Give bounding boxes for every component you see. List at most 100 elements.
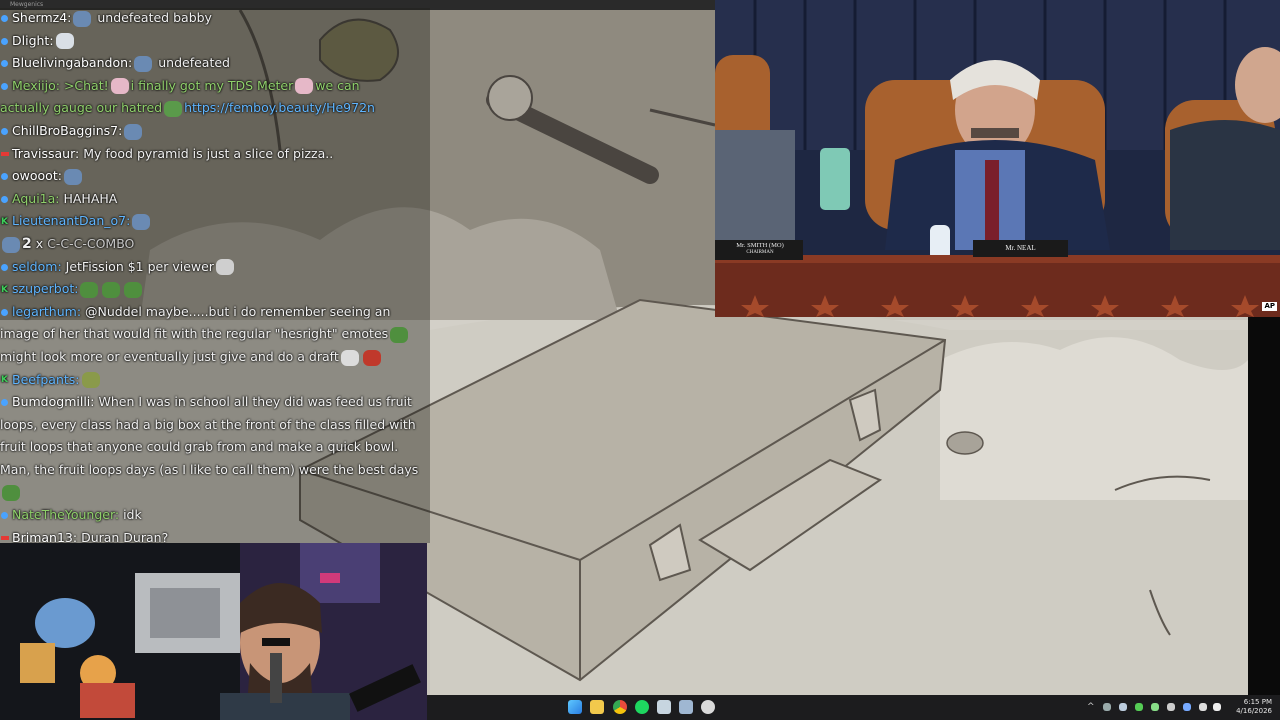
- user-badge-icon: [1, 512, 8, 520]
- chat-text: Man, the fruit loops days (as I like to …: [0, 462, 419, 477]
- chat-message: Kszuperbot:: [0, 279, 430, 299]
- chat-separator: :: [55, 190, 60, 206]
- chat-text: When I was in school all they did was fe…: [98, 394, 412, 410]
- chat-message: Aqui1a: HAHAHA: [0, 189, 430, 209]
- tray-icon-6[interactable]: [1183, 703, 1191, 711]
- chat-message: Mexiijo: >Chat! i finally got my TDS Mete…: [0, 76, 430, 96]
- chat-message: actually gauge our hatred https://femboy.…: [0, 98, 430, 118]
- user-badge-icon: [1, 82, 8, 90]
- chat-message: Man, the fruit loops days (as I like to …: [0, 460, 430, 480]
- chat-message: loops, every class had a big box at the …: [0, 415, 430, 435]
- chat-panel: Shermz4: undefeated babby Dlight: Bluelivi…: [0, 8, 430, 545]
- combo-emote: [2, 236, 20, 253]
- chat-username[interactable]: LieutenantDan_o7: [12, 213, 126, 228]
- chat-separator: :: [75, 371, 80, 387]
- chat-message: Dlight:: [0, 31, 430, 51]
- spotify-icon[interactable]: [635, 700, 649, 714]
- webcam-feed: [0, 543, 427, 720]
- chat-separator: :: [118, 123, 123, 138]
- user-badge-icon: K: [1, 375, 8, 386]
- tray-icon-5[interactable]: [1167, 703, 1175, 711]
- chat-text: HAHAHA: [63, 190, 118, 206]
- tray-icon-4[interactable]: [1151, 703, 1159, 711]
- chat-message: ChillBroBaggins7:: [0, 121, 430, 141]
- system-clock[interactable]: 6:15 PM 4/16/2026: [1236, 698, 1272, 716]
- file-explorer-icon[interactable]: [590, 700, 604, 714]
- chat-message: legarthum: @Nuddel maybe.....but i do re…: [0, 302, 430, 322]
- chrome-icon[interactable]: [613, 700, 627, 714]
- user-badge-icon: K: [1, 284, 8, 295]
- chat-separator: :: [67, 10, 72, 25]
- nameplate-smith-title: CHAIRMAN: [746, 250, 774, 255]
- user-badge-icon: [1, 263, 8, 271]
- chat-text: actually gauge our hatred: [0, 100, 163, 116]
- chat-separator: :: [49, 32, 54, 48]
- steam-alt-icon[interactable]: [679, 700, 693, 714]
- chat-username[interactable]: Beefpants: [12, 372, 75, 387]
- tray-overflow-chevron[interactable]: ^: [1087, 702, 1095, 712]
- chat-emote: [102, 281, 121, 298]
- volume-icon[interactable]: [1213, 703, 1221, 711]
- tray-icon-3[interactable]: [1135, 703, 1143, 711]
- network-icon[interactable]: [1199, 703, 1207, 711]
- combo-multiplier: x: [35, 236, 44, 251]
- chat-text: idk: [123, 507, 142, 523]
- chat-username[interactable]: Bluelivingabandon: [12, 55, 128, 70]
- chat-text: we can: [315, 77, 360, 93]
- chat-username[interactable]: Mexiijo: [12, 78, 56, 93]
- paw-app-icon[interactable]: [701, 700, 715, 714]
- user-badge-icon: [1, 152, 9, 157]
- chat-username[interactable]: ChillBroBaggins7: [12, 123, 118, 138]
- chat-emote: [2, 485, 20, 502]
- chat-username[interactable]: Dlight: [12, 33, 49, 48]
- chat-message: fruit loops that anyone could grab from …: [0, 437, 430, 457]
- clock-date: 4/16/2026: [1236, 707, 1272, 715]
- chat-username[interactable]: legarthum: [12, 304, 77, 319]
- tray-icon-2[interactable]: [1119, 703, 1127, 711]
- chat-message: K LieutenantDan_o7:: [0, 211, 430, 231]
- nameplate-neal: Mr. NEAL: [1005, 244, 1036, 252]
- chat-separator: :: [57, 258, 62, 274]
- chat-username[interactable]: szuperbot: [12, 281, 74, 296]
- chat-separator: :: [57, 168, 62, 184]
- user-badge-icon: [1, 399, 8, 407]
- chat-separator: :: [76, 303, 82, 319]
- chat-username[interactable]: NateTheYounger: [12, 507, 115, 522]
- chat-text: undefeated babby: [97, 10, 212, 25]
- chat-message: K Beefpants:: [0, 370, 430, 390]
- user-badge-icon: [1, 60, 8, 68]
- chat-separator: :: [75, 145, 80, 161]
- chat-separator: :: [74, 281, 79, 297]
- nameplate-smith-name: Mr. SMITH (MO): [736, 242, 784, 249]
- steam-icon[interactable]: [657, 700, 671, 714]
- user-badge-icon: K: [1, 216, 8, 227]
- chat-text: loops, every class had a big box at the …: [0, 416, 416, 432]
- chat-link[interactable]: https://femboy.beauty/He972n: [184, 100, 375, 115]
- clock-time: 6:15 PM: [1243, 698, 1272, 706]
- right-edge-strip: [1248, 317, 1280, 695]
- chat-separator: :: [55, 77, 60, 93]
- chat-username[interactable]: owooot: [12, 168, 58, 183]
- chat-message: [0, 483, 430, 503]
- chat-emote: [73, 10, 92, 27]
- chat-username[interactable]: Aqui1a: [12, 191, 55, 206]
- chat-username[interactable]: Shermz4: [12, 10, 67, 25]
- hearing-video: Mr. SMITH (MO) CHAIRMAN Mr. NEAL AP: [715, 0, 1280, 317]
- user-badge-icon: [1, 15, 8, 22]
- tray-icon-1[interactable]: [1103, 703, 1111, 711]
- chat-username[interactable]: Travissaur: [12, 146, 75, 161]
- chat-emote: [55, 33, 74, 50]
- user-badge-icon: [1, 37, 8, 45]
- windows-start-icon[interactable]: [568, 700, 582, 714]
- chat-text: undefeated: [158, 55, 230, 71]
- chat-username[interactable]: Bumdogmilli: [12, 394, 90, 409]
- chat-message: NateTheYounger: idk: [0, 505, 430, 525]
- chat-message: Bluelivingabandon: undefeated: [0, 53, 430, 73]
- chat-username[interactable]: seldom: [12, 259, 57, 274]
- chat-text: JetFission $1 per viewer: [65, 258, 214, 274]
- chat-emote: [80, 281, 99, 298]
- chat-text: might look more or eventually just give …: [0, 349, 339, 364]
- chat-text: i finally got my TDS Meter: [130, 77, 294, 93]
- chat-message: might look more or eventually just give …: [0, 347, 430, 367]
- user-badge-icon: [1, 308, 8, 316]
